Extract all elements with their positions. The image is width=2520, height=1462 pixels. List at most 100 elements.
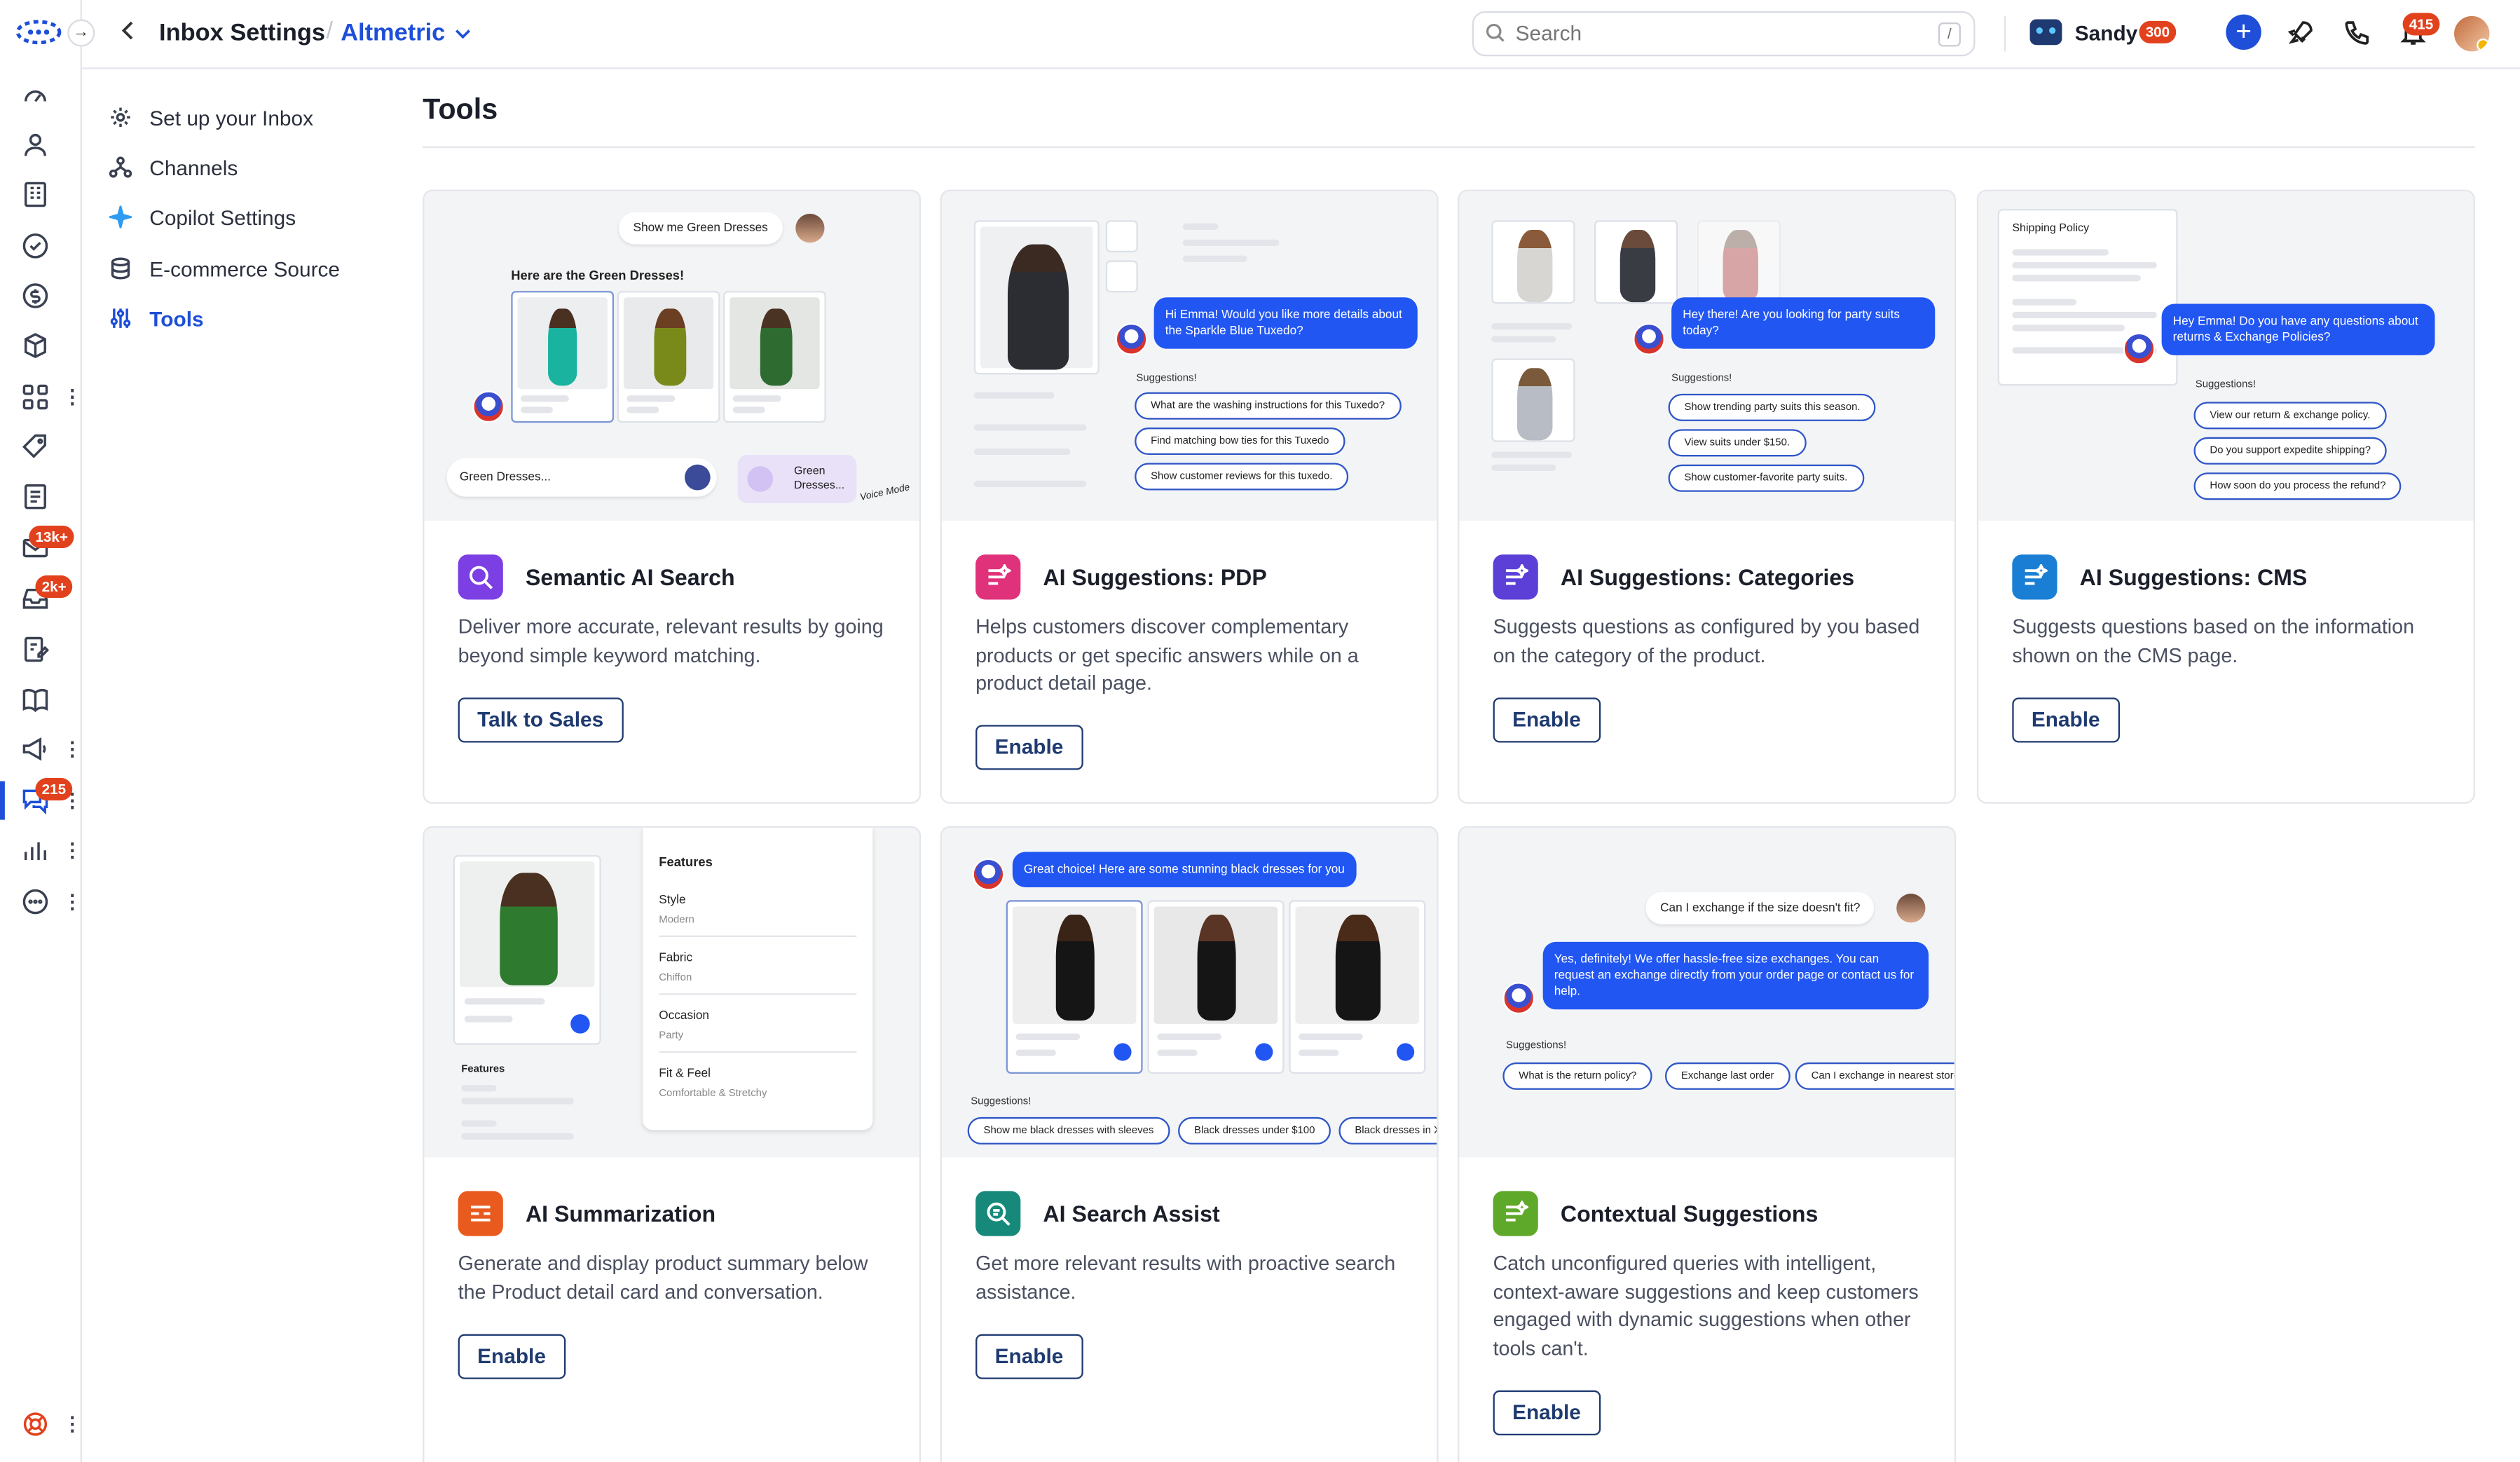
user-name[interactable]: Sandy [2075,21,2137,45]
tool-card-ai-suggestions-pdp: Hi Emma! Would you like more details abo… [940,189,1439,804]
left-rail: → ⋮ 13k+ 2k+ ⋮ 215 ⋮ ⋮ ⋮ ⋮ [0,0,95,1462]
help-more-icon[interactable]: ⋮ [62,1413,82,1435]
suggestion-chip[interactable]: Black dresses under $100 [1178,1116,1331,1145]
suggestion-chip[interactable]: Black dresses in X [1338,1116,1437,1145]
bot-icon[interactable] [2029,19,2062,46]
nav-item-copilot-settings[interactable]: Copilot Settings [106,199,296,234]
card-description: Suggests questions as configured by you … [1493,615,1920,667]
tool-card-ai-search-assist: Great choice! Here are some stunning bla… [940,826,1439,1462]
bot-heading: Here are the Green Dresses! [511,268,685,283]
deals-icon[interactable] [21,281,53,313]
card-title: AI Summarization [525,1201,716,1227]
knowledge-base-icon[interactable] [21,685,53,717]
company-icon[interactable] [21,180,53,212]
database-icon [109,257,132,280]
enable-button[interactable]: Enable [1493,1390,1601,1436]
product-image [1289,900,1426,1074]
search-bar[interactable]: / [1472,11,1975,57]
enable-button[interactable]: Enable [975,1334,1083,1379]
features-heading: Features [659,855,713,870]
user-message: Show me Green Dresses [618,212,783,245]
product-image [1006,900,1143,1074]
back-button[interactable] [121,20,137,50]
card-preview: Features Features Style Modern Fabric Ch… [424,828,919,1158]
card-title: AI Suggestions: CMS [2079,563,2308,590]
feature-name: Fabric [659,950,693,965]
nav-item-tools[interactable]: Tools [109,301,204,336]
card-title: Contextual Suggestions [1560,1201,1819,1227]
user-avatar[interactable] [2454,15,2490,52]
search-input[interactable] [1515,20,1918,46]
create-new-button[interactable]: + [2226,14,2261,50]
chat-input[interactable]: Green Dresses... [446,458,717,497]
product-image [1594,220,1678,304]
feature-name: Fit & Feel [659,1065,711,1081]
suggestion-chip[interactable]: Exchange last order [1664,1062,1790,1090]
suggestion-chip[interactable]: Find matching bow ties for this Tuxedo [1135,428,1345,456]
contacts-icon[interactable] [21,130,53,163]
suggestion-chip[interactable]: What is the return policy? [1502,1062,1653,1090]
suggestion-chip[interactable]: Show trending party suits this season. [1668,393,1877,421]
suggestion-chip[interactable]: How soon do you process the refund? [2193,472,2402,500]
workspace-selector[interactable]: Altmetric [341,20,471,47]
search-icon [1486,23,1505,42]
product-image [1147,900,1285,1074]
suggestion-chip[interactable]: Can I exchange in nearest store [1795,1062,1954,1090]
analytics-more-icon[interactable]: ⋮ [62,839,82,861]
product-image [1491,220,1575,304]
documents-icon[interactable] [21,482,53,514]
more-apps-icon[interactable] [21,887,53,920]
suggestion-chip[interactable]: What are the washing instructions for th… [1135,392,1401,420]
analytics-icon[interactable] [21,836,53,868]
app-logo-icon[interactable] [15,18,63,46]
help-lifebuoy-icon[interactable] [21,1409,53,1442]
forms-icon[interactable] [21,635,53,667]
campaigns-icon[interactable] [21,735,53,767]
products-icon[interactable] [21,331,53,363]
voice-query: Green Dresses... [793,466,845,492]
suggestions-label: Suggestions! [971,1096,1032,1108]
search-assist-icon [975,1191,1021,1236]
top-bar: Inbox Settings / Altmetric / Sandy 300 +… [81,0,2520,69]
categories-list-icon [1493,554,1538,600]
dashboard-icon[interactable] [21,81,53,113]
phone-icon[interactable] [2343,20,2371,55]
enable-button[interactable]: Enable [458,1334,566,1379]
features-small-heading: Features [461,1064,505,1076]
enable-button[interactable]: Enable [975,725,1083,770]
nav-item-ecommerce-source[interactable]: E-commerce Source [109,251,340,286]
page-header-title: Inbox Settings [159,19,326,47]
microphone-icon [747,466,774,492]
card-description: Helps customers discover complementary p… [975,615,1359,695]
tasks-icon[interactable] [21,231,53,264]
talk-to-sales-button[interactable]: Talk to Sales [458,697,623,743]
suggestion-chip[interactable]: Show customer-favorite party suits. [1668,464,1864,492]
enable-button[interactable]: Enable [1493,697,1601,743]
suggestion-chip[interactable]: Do you support expedite shipping? [2193,437,2387,465]
rocket-icon[interactable] [2287,20,2315,55]
suggestion-chip[interactable]: View suits under $150. [1668,429,1806,457]
more-apps-more-icon[interactable]: ⋮ [62,891,82,913]
bot-message: Hey there! Are you looking for party sui… [1671,297,1936,349]
enable-button[interactable]: Enable [2012,697,2120,743]
bot-message: Hey Emma! Do you have any questions abou… [2161,303,2435,355]
product-image [453,855,601,1045]
card-preview: Shipping Policy Hey Emma! Do you have an… [1978,191,2474,521]
apps-more-icon[interactable]: ⋮ [62,385,82,408]
contextual-list-icon [1493,1191,1538,1236]
tag-icon[interactable] [21,432,53,465]
title-divider [423,146,2475,148]
card-title: Semantic AI Search [525,563,735,590]
apps-icon[interactable] [21,383,53,415]
nav-item-setup-inbox[interactable]: Set up your Inbox [109,100,313,135]
suggestion-chip[interactable]: Show me black dresses with sleeves [967,1116,1170,1145]
product-image [973,220,1100,375]
campaigns-more-icon[interactable]: ⋮ [62,738,82,760]
expand-rail-button[interactable]: → [67,19,95,47]
suggestion-chip[interactable]: Show customer reviews for this tuxedo. [1135,463,1349,491]
chevron-left-icon [121,21,133,40]
bot-message: Hi Emma! Would you like more details abo… [1153,297,1418,349]
suggestion-chip[interactable]: View our return & exchange policy. [2193,402,2387,430]
conversations-more-icon[interactable]: ⋮ [62,789,82,812]
nav-item-channels[interactable]: Channels [109,149,238,184]
